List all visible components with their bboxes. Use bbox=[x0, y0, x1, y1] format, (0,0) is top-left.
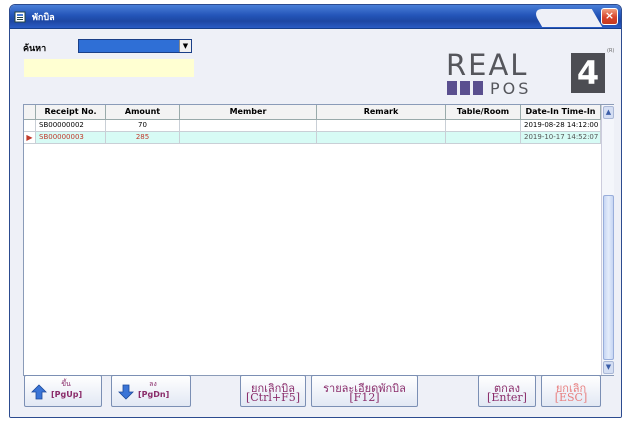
realpos-logo: REAL POS 4 (R) bbox=[446, 48, 615, 98]
held-bills-window: พักบิล × ค้นหา ▼ REAL POS 4 (R) Receipt … bbox=[9, 4, 622, 418]
cancel-shortcut: [ESC] bbox=[554, 391, 588, 404]
column-header-table-room[interactable]: Table/Room bbox=[446, 105, 521, 120]
column-header-receipt-no[interactable]: Receipt No. bbox=[36, 105, 106, 120]
amount-cell: 285 bbox=[106, 132, 180, 144]
member-cell bbox=[180, 120, 317, 132]
vertical-scrollbar[interactable]: ▲ ▼ bbox=[601, 105, 614, 375]
search-label: ค้นหา bbox=[23, 44, 47, 54]
arrow-down-icon bbox=[118, 384, 134, 400]
logo-text-real: REAL bbox=[446, 48, 529, 82]
column-header-remark[interactable]: Remark bbox=[317, 105, 446, 120]
column-header-date-in[interactable]: Date-In Time-In bbox=[521, 105, 601, 120]
column-header-amount[interactable]: Amount bbox=[106, 105, 180, 120]
page-up-label: ขึ้น bbox=[61, 380, 71, 388]
logo-bars-icon bbox=[447, 81, 485, 95]
search-info-box bbox=[24, 59, 194, 77]
receipt-no-cell: SB00000002 bbox=[36, 120, 106, 132]
bill-detail-shortcut: [F12] bbox=[349, 391, 380, 404]
scroll-up-icon[interactable]: ▲ bbox=[603, 106, 614, 119]
titlebar-decoration bbox=[531, 9, 603, 27]
page-up-button[interactable]: ขึ้น [PgUp] bbox=[24, 375, 102, 407]
current-row-pointer-icon: ▶ bbox=[24, 132, 36, 144]
date-in-cell: 2019-10-17 14:52:07 bbox=[521, 132, 601, 144]
window-title: พักบิล bbox=[32, 13, 55, 23]
date-in-cell: 2019-08-28 14:12:00 bbox=[521, 120, 601, 132]
close-button[interactable]: × bbox=[601, 8, 618, 25]
logo-number-4: 4 bbox=[571, 53, 605, 93]
cancel-bill-button[interactable]: ยกเลิกบิล [Ctrl+F5] bbox=[240, 375, 306, 407]
cancel-bill-shortcut: [Ctrl+F5] bbox=[245, 391, 301, 404]
logo-trademark: (R) bbox=[607, 48, 615, 54]
arrow-up-icon bbox=[31, 384, 47, 400]
scrollbar-thumb[interactable] bbox=[603, 195, 614, 360]
page-down-label: ลง bbox=[149, 380, 157, 388]
app-icon bbox=[14, 11, 26, 23]
table-room-cell bbox=[446, 132, 521, 144]
page-down-shortcut: [PgDn] bbox=[138, 390, 170, 399]
title-bar[interactable]: พักบิล × bbox=[10, 5, 621, 29]
page-down-button[interactable]: ลง [PgDn] bbox=[111, 375, 191, 407]
remark-cell bbox=[317, 120, 446, 132]
held-bills-table[interactable]: Receipt No. Amount Member Remark Table/R… bbox=[23, 104, 614, 376]
column-header-member[interactable]: Member bbox=[180, 105, 317, 120]
ok-button[interactable]: ตกลง [Enter] bbox=[478, 375, 536, 407]
bill-detail-button[interactable]: รายละเอียดพักบิล [F12] bbox=[311, 375, 418, 407]
window-body: ค้นหา ▼ REAL POS 4 (R) Receipt No. Amoun… bbox=[10, 29, 621, 417]
chevron-down-icon[interactable]: ▼ bbox=[179, 40, 191, 52]
remark-cell bbox=[317, 132, 446, 144]
page-up-shortcut: [PgUp] bbox=[51, 390, 83, 399]
row-indicator-header bbox=[24, 105, 36, 120]
scroll-down-icon[interactable]: ▼ bbox=[603, 361, 614, 374]
cancel-button[interactable]: ยกเลิก [ESC] bbox=[541, 375, 601, 407]
logo-text-pos: POS bbox=[490, 79, 532, 98]
member-cell bbox=[180, 132, 317, 144]
receipt-no-cell: SB00000003 bbox=[36, 132, 106, 144]
table-room-cell bbox=[446, 120, 521, 132]
amount-cell: 70 bbox=[106, 120, 180, 132]
search-dropdown[interactable]: ▼ bbox=[78, 39, 192, 53]
row-indicator bbox=[24, 120, 36, 132]
ok-shortcut: [Enter] bbox=[487, 391, 527, 404]
